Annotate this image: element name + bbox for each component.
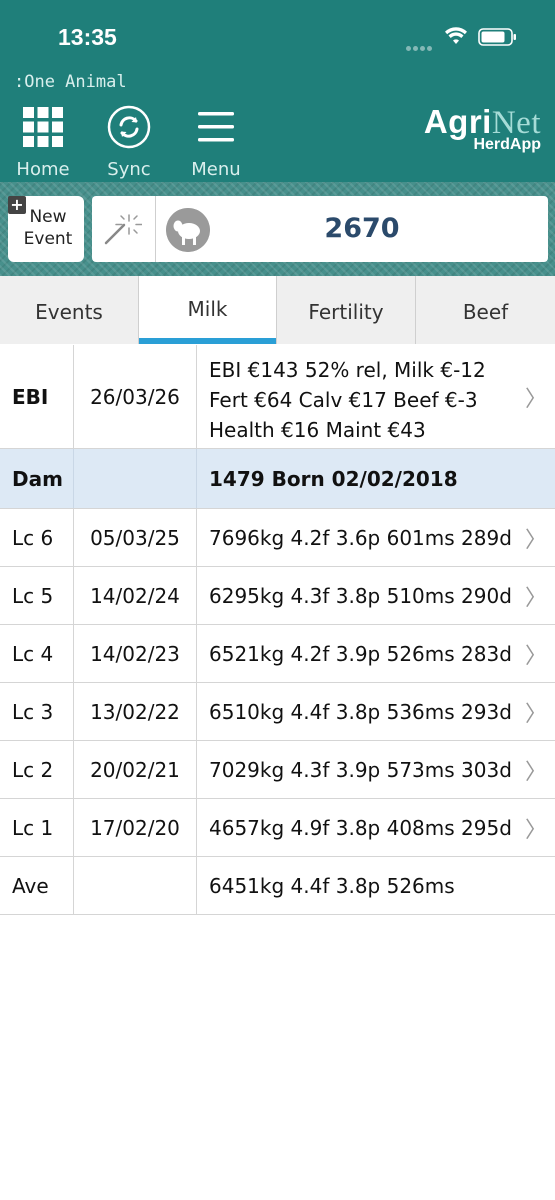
chevron-right-icon: 〉	[524, 701, 547, 727]
animal-id-box: 2670	[92, 196, 548, 262]
battery-icon	[478, 28, 516, 46]
hamburger-menu-icon	[198, 112, 234, 142]
new-event-label-line1: New	[29, 207, 67, 227]
lactation-date: 13/02/22	[73, 683, 197, 740]
ebi-line-1: EBI €143 52% rel, Milk €-12	[209, 358, 486, 382]
ebi-line-3: Health €16 Maint €43	[209, 418, 426, 442]
lactation-date: 20/02/21	[73, 741, 197, 798]
sync-label: Sync	[107, 159, 151, 180]
sync-icon	[107, 105, 151, 149]
tab-events[interactable]: Events	[0, 276, 139, 344]
lactation-label: Lc 4	[12, 641, 54, 666]
chevron-right-icon: 〉	[524, 817, 547, 843]
dam-date	[73, 449, 197, 508]
ebi-line-2: Fert €64 Calv €17 Beef €-3	[209, 388, 478, 412]
dam-label: Dam	[12, 466, 63, 491]
menu-label: Menu	[191, 159, 241, 180]
new-event-button[interactable]: + New Event	[8, 196, 84, 262]
menu-button[interactable]: Menu	[181, 105, 251, 180]
lactation-summary: 7029kg 4.3f 3.9p 573ms 303d	[209, 757, 512, 782]
average-summary: 6451kg 4.4f 3.8p 526ms	[209, 873, 455, 898]
lactation-summary: 6521kg 4.2f 3.9p 526ms 283d	[209, 641, 512, 666]
lactation-summary: 4657kg 4.9f 3.8p 408ms 295d	[209, 815, 512, 840]
chevron-right-icon: 〉	[524, 585, 547, 611]
lactation-row[interactable]: Lc 6 05/03/25 7696kg 4.2f 3.6p 601ms 289…	[0, 509, 555, 567]
home-button[interactable]: Home	[8, 105, 78, 180]
lactation-label: Lc 6	[12, 525, 54, 550]
app-header: 13:35 :One Animal Home Sync Menu AgriNet…	[0, 0, 555, 182]
lactation-label: Lc 1	[12, 815, 54, 840]
animal-toolbar: + New Event 2670	[0, 182, 555, 276]
lactation-row[interactable]: Lc 1 17/02/20 4657kg 4.9f 3.8p 408ms 295…	[0, 799, 555, 857]
tab-milk[interactable]: Milk	[139, 276, 277, 344]
screen-label: :One Animal	[14, 72, 127, 92]
tab-bar: Events Milk Fertility Beef	[0, 276, 555, 344]
lactation-label: Lc 5	[12, 583, 54, 608]
sheep-icon[interactable]	[166, 208, 210, 252]
chevron-right-icon: 〉	[524, 643, 547, 669]
wifi-icon	[445, 27, 467, 44]
divider	[155, 196, 156, 262]
chevron-right-icon: 〉	[524, 386, 547, 412]
agrinet-logo: AgriNet HerdApp	[424, 104, 541, 153]
lactation-label: Lc 3	[12, 699, 54, 724]
lactation-row[interactable]: Lc 4 14/02/23 6521kg 4.2f 3.9p 526ms 283…	[0, 625, 555, 683]
average-label: Ave	[12, 873, 49, 898]
ebi-row[interactable]: EBI 26/03/26 EBI €143 52% rel, Milk €-12…	[0, 345, 555, 449]
lactation-summary: 6510kg 4.4f 3.8p 536ms 293d	[209, 699, 512, 724]
lactation-date: 14/02/24	[73, 567, 197, 624]
home-label: Home	[16, 159, 70, 180]
ebi-details: EBI €143 52% rel, Milk €-12 Fert €64 Cal…	[209, 355, 486, 445]
new-event-label-line2: Event	[23, 229, 73, 249]
status-time: 13:35	[58, 24, 117, 50]
sync-button[interactable]: Sync	[94, 105, 164, 180]
ebi-date: 26/03/26	[73, 345, 197, 448]
chevron-right-icon: 〉	[524, 759, 547, 785]
lactation-date: 17/02/20	[73, 799, 197, 856]
lactation-summary: 7696kg 4.2f 3.6p 601ms 289d	[209, 525, 512, 550]
brand-name-a: Agri	[423, 103, 492, 140]
average-row: Ave 6451kg 4.4f 3.8p 526ms	[0, 857, 555, 915]
lactation-summary: 6295kg 4.3f 3.8p 510ms 290d	[209, 583, 512, 608]
status-bar: 13:35	[0, 0, 555, 70]
magic-wand-icon[interactable]	[102, 211, 142, 247]
lactation-date: 05/03/25	[73, 509, 197, 566]
dam-row: Dam 1479 Born 02/02/2018	[0, 449, 555, 509]
lactation-date: 14/02/23	[73, 625, 197, 682]
lactation-row[interactable]: Lc 3 13/02/22 6510kg 4.4f 3.8p 536ms 293…	[0, 683, 555, 741]
lactation-label: Lc 2	[12, 757, 54, 782]
lactation-row[interactable]: Lc 2 20/02/21 7029kg 4.3f 3.9p 573ms 303…	[0, 741, 555, 799]
milk-records-table: EBI 26/03/26 EBI €143 52% rel, Milk €-12…	[0, 345, 555, 915]
lactation-row[interactable]: Lc 5 14/02/24 6295kg 4.3f 3.8p 510ms 290…	[0, 567, 555, 625]
tab-fertility[interactable]: Fertility	[277, 276, 416, 344]
cellular-signal-icon	[406, 36, 436, 51]
ebi-label: EBI	[12, 384, 49, 409]
tab-beef[interactable]: Beef	[416, 276, 555, 344]
animal-id[interactable]: 2670	[212, 196, 512, 262]
chevron-right-icon: 〉	[524, 527, 547, 553]
average-date	[73, 857, 197, 914]
grid-icon	[23, 107, 63, 147]
dam-info: 1479 Born 02/02/2018	[209, 466, 458, 491]
